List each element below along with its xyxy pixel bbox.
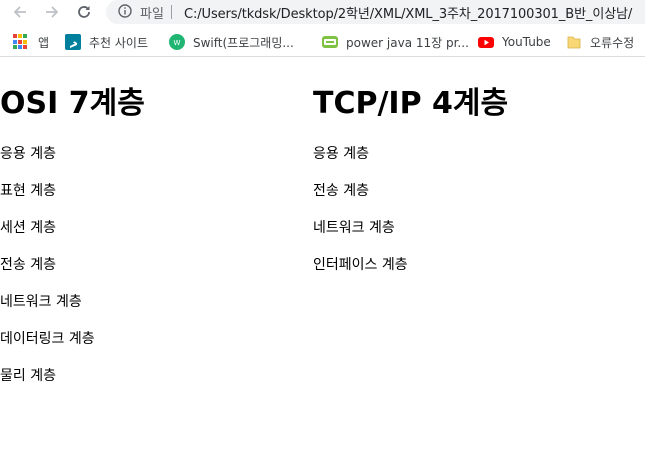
bookmark-apps[interactable]: 앱: [12, 33, 49, 51]
swift-icon: W: [169, 34, 185, 50]
bookmark-label: Swift(프로그래밍...: [193, 35, 294, 50]
osi-layer-item: 응용 계층: [0, 146, 56, 162]
url-text[interactable]: C:/Users/tkdsk/Desktop/2학년/XML/XML_3주차_2…: [184, 3, 632, 22]
tcpip-layer-item: 전송 계층: [313, 183, 369, 199]
tcpip-layer-item: 응용 계층: [313, 146, 369, 162]
tcpip-title: TCP/IP 4계층: [313, 86, 509, 121]
osi-layer-list: 응용 계층 표현 계층 세션 계층 전송 계층 네트워크 계층 데이터링크 계층…: [0, 136, 145, 395]
tcpip-layer-list: 응용 계층 전송 계층 네트워크 계층 인터페이스 계층: [313, 136, 508, 284]
tcpip-section: TCP/IP 4계층 응용 계층 전송 계층 네트워크 계층 인터페이스 계층: [313, 82, 508, 284]
bookmark-swift[interactable]: W Swift(프로그래밍...: [169, 33, 294, 51]
bookmark-label: 앱: [38, 35, 50, 50]
youtube-icon: [478, 34, 494, 50]
osi-layer-item: 데이터링크 계층: [0, 331, 95, 347]
tcpip-layer-item: 인터페이스 계층: [313, 257, 408, 273]
tcpip-layer-item: 네트워크 계층: [313, 220, 395, 236]
bookmark-youtube[interactable]: YouTube: [478, 33, 551, 51]
info-icon[interactable]: [118, 4, 132, 18]
forward-arrow-icon: [46, 6, 59, 18]
apps-grid-icon: [12, 33, 30, 51]
bookmark-label: 추천 사이트: [89, 35, 149, 50]
blog-icon: [322, 34, 338, 50]
bookmark-error-fix-folder[interactable]: 오류수정: [566, 33, 634, 51]
forward-button[interactable]: [40, 1, 64, 23]
address-bar[interactable]: 파일 C:/Users/tkdsk/Desktop/2학년/XML/XML_3주…: [106, 0, 645, 24]
bookmark-label: power java 11장 pr...: [346, 35, 469, 50]
osi-layer-item: 세션 계층: [0, 220, 56, 236]
bookmark-power-java[interactable]: power java 11장 pr...: [322, 33, 469, 51]
osi-layer-item: 네트워크 계층: [0, 294, 82, 310]
back-button[interactable]: [8, 1, 32, 23]
osi-title: OSI 7계층: [0, 86, 145, 121]
osi-layer-item: 전송 계층: [0, 257, 56, 273]
scheme-label: 파일: [140, 7, 164, 22]
address-separator: [171, 5, 172, 19]
browser-toolbar: 파일 C:/Users/tkdsk/Desktop/2학년/XML/XML_3주…: [0, 0, 645, 26]
bookmark-label: 오류수정: [590, 35, 635, 50]
bookmarks-bar: 앱 추천 사이트 W Swift(프로그래밍... power java 11장…: [0, 28, 645, 57]
back-arrow-icon: [13, 6, 26, 18]
bookmark-recommended-sites[interactable]: 추천 사이트: [65, 33, 148, 51]
bing-icon: [65, 34, 81, 50]
bookmark-label: YouTube: [502, 35, 551, 49]
reload-button[interactable]: [72, 1, 96, 23]
osi-layer-item: 표현 계층: [0, 183, 56, 199]
svg-text:W: W: [174, 39, 181, 47]
osi-layer-item: 물리 계층: [0, 368, 56, 384]
osi-section: OSI 7계층 응용 계층 표현 계층 세션 계층 전송 계층 네트워크 계층 …: [0, 82, 145, 395]
reload-icon: [78, 6, 90, 18]
folder-icon: [566, 34, 582, 50]
